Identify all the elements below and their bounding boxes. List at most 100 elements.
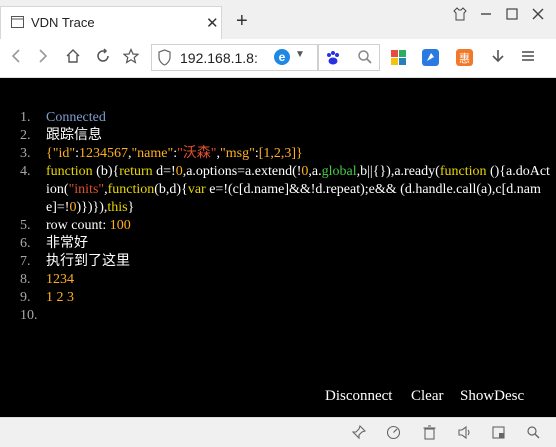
line-number: 7. [20, 254, 31, 269]
document-icon [11, 16, 24, 28]
svg-text:惠: 惠 [459, 51, 470, 65]
apps-grid-icon[interactable] [390, 49, 407, 66]
chevron-down-icon[interactable]: ▼ [295, 49, 305, 60]
code-token: (b){ [92, 164, 120, 179]
bookmark-star-icon[interactable] [123, 48, 139, 64]
search-box[interactable] [318, 44, 380, 71]
trace-console: 1. Connected 2. 跟踪信息 3. {"id":1234567,"name":… [0, 78, 556, 417]
skin-icon[interactable] [453, 7, 467, 21]
download-icon[interactable] [490, 48, 506, 64]
line-number: 4. [20, 164, 31, 179]
code-token: function [46, 164, 93, 179]
close-window-icon[interactable] [531, 7, 545, 21]
line-text: 1 2 3 [46, 289, 550, 307]
zoom-icon[interactable] [526, 425, 541, 440]
code-token: var [187, 182, 206, 197]
code-token: this [107, 200, 128, 215]
code-token: d=! [152, 164, 176, 179]
line-number: 1. [20, 110, 31, 125]
code-token: global [321, 164, 357, 179]
code-token: return [119, 164, 153, 179]
code-token: )})}), [76, 200, 108, 215]
clear-button[interactable]: Clear [411, 387, 443, 405]
code-token: { [46, 146, 53, 161]
code-token: function [439, 164, 487, 179]
console-actions: Disconnect Clear ShowDesc [0, 387, 556, 409]
code-token: 执行到了这里 [46, 254, 130, 269]
menu-icon[interactable] [520, 48, 536, 64]
code-token: 跟踪信息 [46, 128, 102, 143]
line-number: 6. [20, 236, 31, 251]
tab-bar: VDN Trace ✕ + [0, 0, 556, 39]
extension-orange-icon[interactable]: 惠 [456, 49, 473, 66]
browser-window: VDN Trace ✕ + 192.168.1.8: e ▼ 惠 1. Conn… [0, 0, 556, 447]
forward-icon[interactable] [35, 48, 51, 64]
code-token: "id" [52, 146, 76, 161]
volume-icon[interactable] [457, 425, 472, 440]
line-text [46, 307, 550, 325]
url-text[interactable]: 192.168.1.8: [180, 50, 270, 66]
minimize-icon[interactable] [479, 7, 493, 21]
code-token: "name" [131, 146, 174, 161]
line-text: function (b){return d=!0,a.options=a.ext… [46, 163, 550, 217]
line-text: row count: 100 [46, 217, 550, 235]
code-token: ,b||{}),a.ready( [356, 164, 440, 179]
speedup-icon[interactable] [386, 425, 401, 440]
new-tab-button[interactable]: + [236, 11, 248, 31]
status-bar [0, 417, 556, 447]
line-text: {"id":1234567,"name":"沃森","msg":[1,2,3]} [46, 145, 550, 163]
console-line: 10. [20, 307, 556, 325]
maximize-icon[interactable] [505, 7, 519, 21]
reload-icon[interactable] [95, 48, 111, 64]
console-line: 7. 执行到了这里 [20, 253, 556, 271]
code-token: 1234567 [78, 146, 128, 161]
code-token: Connected [46, 110, 106, 125]
code-token: function [107, 182, 155, 197]
ie-engine-icon[interactable]: e [274, 49, 290, 65]
window-icon[interactable] [491, 425, 506, 440]
shield-icon [158, 49, 171, 66]
console-line: 5. row count: 100 [20, 217, 556, 235]
console-line: 8. 1234 [20, 271, 556, 289]
navigation-toolbar: 192.168.1.8: e ▼ 惠 [0, 39, 556, 78]
code-token: [1,2,3]} [258, 146, 303, 161]
line-number: 5. [20, 218, 31, 233]
line-number: 10. [20, 308, 38, 323]
code-token: (b,d){ [154, 182, 188, 197]
console-line: 3. {"id":1234567,"name":"沃森","msg":[1,2,3… [20, 145, 556, 163]
code-token: ,a. [308, 164, 322, 179]
code-token: 非常好 [46, 236, 88, 251]
home-icon[interactable] [65, 48, 81, 64]
tab-vdn-trace[interactable]: VDN Trace ✕ [0, 6, 222, 39]
pin-icon[interactable] [351, 425, 366, 440]
code-token: "inits" [68, 182, 105, 197]
disconnect-button[interactable]: Disconnect [325, 387, 392, 405]
console-line: 1. Connected [20, 109, 556, 127]
showdesc-button[interactable]: ShowDesc [460, 387, 524, 405]
extension-blue-icon[interactable] [422, 49, 439, 66]
line-number: 8. [20, 272, 31, 287]
console-lines: 1. Connected 2. 跟踪信息 3. {"id":1234567,"name":… [20, 109, 556, 325]
line-text: 执行到了这里 [46, 253, 550, 271]
tab-title: VDN Trace [31, 15, 95, 30]
code-token: row count: [46, 218, 110, 233]
line-text: 跟踪信息 [46, 127, 550, 145]
console-line: 9. 1 2 3 [20, 289, 556, 307]
close-tab-icon[interactable]: ✕ [206, 14, 219, 32]
line-number: 3. [20, 146, 31, 161]
code-token: } [127, 200, 135, 215]
console-line: 4. function (b){return d=!0,a.options=a.e… [20, 163, 556, 217]
search-icon[interactable] [357, 49, 373, 65]
console-line: 2. 跟踪信息 [20, 127, 556, 145]
line-number: 2. [20, 128, 31, 143]
code-token: 0 [175, 164, 183, 179]
console-line: 6. 非常好 [20, 235, 556, 253]
back-icon[interactable] [8, 48, 24, 64]
address-bar[interactable]: 192.168.1.8: e ▼ [151, 44, 318, 71]
line-text: 1234 [46, 271, 550, 289]
line-text: 非常好 [46, 235, 550, 253]
trash-icon[interactable] [422, 425, 437, 440]
line-number: 9. [20, 290, 31, 305]
code-token: 100 [109, 218, 131, 233]
code-token: "沃森" [177, 146, 217, 161]
